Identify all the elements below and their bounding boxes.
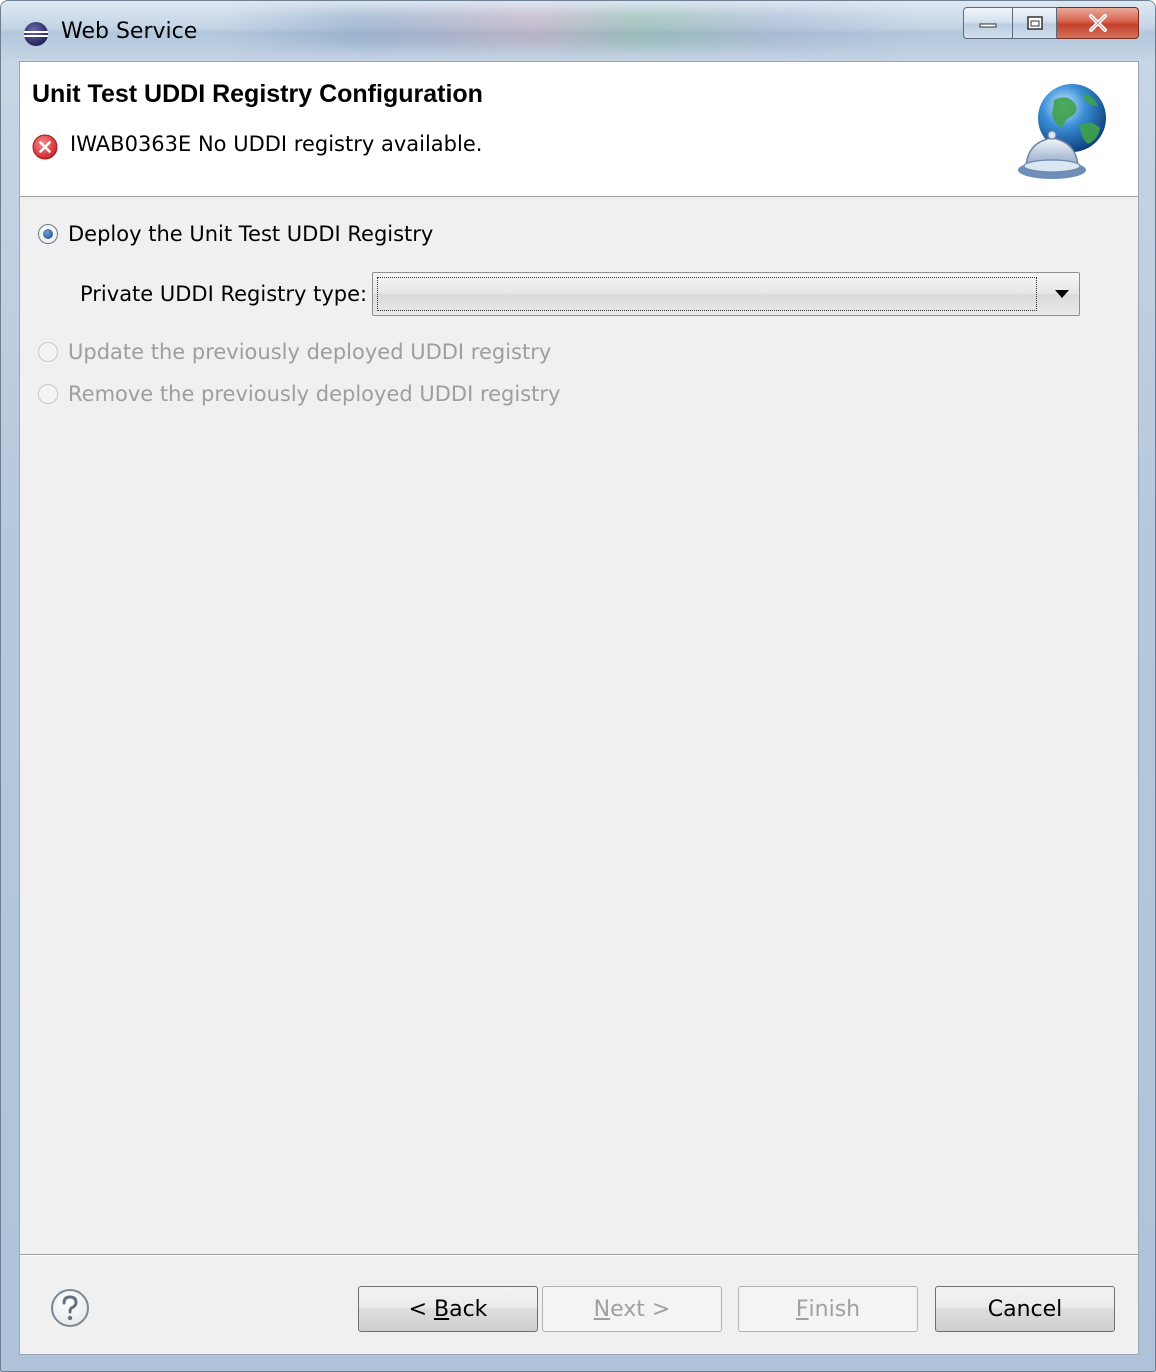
deploy-registry-label: Deploy the Unit Test UDDI Registry (68, 222, 434, 246)
wizard-header: Unit Test UDDI Registry Configuration IW… (20, 62, 1138, 197)
finish-button-mnemonic: F (795, 1296, 809, 1322)
next-button[interactable]: Next > (542, 1286, 722, 1332)
registry-type-label: Private UDDI Registry type: (80, 282, 368, 306)
minimize-icon (979, 23, 997, 28)
next-button-rest: ext > (610, 1296, 671, 1322)
window-title: Web Service (61, 19, 198, 44)
remove-registry-label: Remove the previously deployed UDDI regi… (68, 382, 561, 406)
back-button-rest: ack (449, 1296, 488, 1322)
title-bar[interactable]: Web Service (1, 1, 1155, 59)
update-registry-radio[interactable] (38, 342, 58, 362)
remove-registry-option[interactable]: Remove the previously deployed UDDI regi… (38, 382, 560, 406)
remove-registry-radio[interactable] (38, 384, 58, 404)
close-icon (1088, 14, 1107, 32)
finish-button[interactable]: Finish (738, 1286, 918, 1332)
back-button-prefix: < (408, 1296, 434, 1322)
next-button-mnemonic: N (593, 1296, 611, 1322)
deploy-registry-radio[interactable] (38, 224, 58, 244)
update-registry-option[interactable]: Update the previously deployed UDDI regi… (38, 340, 551, 364)
registry-type-dropdown[interactable] (372, 272, 1080, 316)
finish-button-rest: inish (808, 1296, 861, 1322)
help-icon[interactable] (50, 1288, 90, 1328)
chevron-down-icon[interactable] (1055, 290, 1069, 298)
maximize-button[interactable] (1013, 7, 1057, 39)
back-button-mnemonic: B (434, 1296, 450, 1322)
globe-bell-icon (1018, 84, 1106, 179)
eclipse-icon (24, 22, 48, 46)
back-button[interactable]: < Back (358, 1286, 538, 1332)
maximize-icon (1026, 16, 1043, 30)
error-message: IWAB0363E No UDDI registry available. (70, 132, 483, 156)
window-controls (963, 7, 1139, 41)
deploy-registry-option[interactable]: Deploy the Unit Test UDDI Registry (38, 222, 433, 246)
error-icon (32, 134, 58, 160)
update-registry-label: Update the previously deployed UDDI regi… (68, 340, 552, 364)
dialog-window: Web Service Unit Test UDDI Registry Conf… (0, 0, 1156, 1372)
registry-type-value (377, 277, 1037, 311)
close-button[interactable] (1057, 7, 1139, 39)
footer-separator (20, 1254, 1138, 1256)
title-bar-glass (221, 9, 921, 49)
page-title: Unit Test UDDI Registry Configuration (32, 80, 483, 108)
cancel-button[interactable]: Cancel (935, 1286, 1115, 1332)
wizard-content: Unit Test UDDI Registry Configuration IW… (19, 61, 1139, 1355)
minimize-button[interactable] (963, 7, 1013, 39)
